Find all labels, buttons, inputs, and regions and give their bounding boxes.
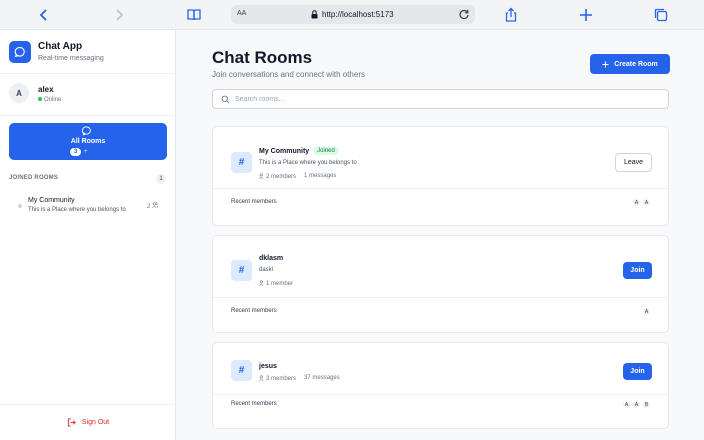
room-card-header: # My Community Joined This is a Place whe… (213, 127, 668, 189)
page-subtitle: Join conversations and connect with othe… (212, 70, 365, 79)
joined-rooms-count: 1 (156, 174, 166, 184)
page-title: Chat Rooms (212, 48, 313, 67)
url-text: http://localhost:5173 (322, 10, 394, 19)
app-header: Chat App Real-time messaging (0, 30, 176, 74)
plus-icon (602, 60, 609, 68)
search-box (212, 89, 669, 109)
room-messages: 37 messages (304, 375, 340, 381)
members-text: 3 members (266, 376, 297, 382)
recent-members-label: Recent members (231, 308, 277, 314)
lock-icon (311, 10, 318, 19)
join-button[interactable]: Join (623, 363, 652, 380)
browser-toolbar: AA http://localhost:5173 (0, 0, 704, 30)
forward-icon[interactable] (110, 6, 128, 24)
sign-out-label: Sign Out (81, 419, 110, 426)
members-text: 2 members (266, 174, 297, 180)
room-meta: 3 members 37 messages (259, 375, 340, 382)
reader-book-icon[interactable] (185, 6, 203, 24)
reload-icon[interactable] (458, 8, 470, 20)
avatar: A (632, 400, 641, 409)
recent-members-label: Recent members (231, 401, 277, 407)
status-text: Online (44, 97, 62, 103)
joined-room-name: My Community (28, 197, 75, 204)
text-size-button[interactable]: AA (237, 10, 246, 17)
current-user: A alex Online (0, 74, 176, 116)
recent-members-avatars: A A (632, 198, 651, 207)
room-meta: 2 members 1 messages (259, 173, 336, 180)
avatar: A (9, 83, 29, 103)
avatar: A (642, 307, 651, 316)
count-badge: 3 (70, 148, 81, 156)
chat-bubble-icon (82, 126, 91, 136)
tabs-overview-icon[interactable] (652, 6, 670, 24)
recent-members-avatars: A A B (622, 400, 651, 409)
create-room-label: Create Room (614, 60, 658, 68)
online-dot-icon (38, 97, 42, 102)
joined-badge: Joined (313, 147, 339, 155)
avatar: A (622, 400, 631, 409)
main-content: Chat Rooms Join conversations and connec… (176, 30, 704, 440)
member-count: 2 (147, 204, 151, 210)
room-card-my-community: # My Community Joined This is a Place whe… (212, 126, 669, 226)
join-button[interactable]: Join (623, 262, 652, 279)
share-icon[interactable] (502, 6, 520, 24)
room-members: 1 member (259, 280, 293, 287)
room-card-header: # jesus 3 members 37 messages Join (213, 343, 668, 395)
sidebar-item-my-community[interactable]: My Community This is a Place where you b… (9, 193, 167, 219)
room-messages: 1 messages (304, 173, 337, 179)
joined-room-members: 2 (147, 202, 159, 210)
create-room-button[interactable]: Create Room (590, 54, 670, 74)
recent-members-label: Recent members (231, 199, 277, 205)
back-icon[interactable] (35, 6, 53, 24)
app-title: Chat App (38, 41, 83, 52)
avatar: A (642, 198, 651, 207)
all-rooms-label: All Rooms (70, 138, 106, 145)
room-card-header: # dklasm daskl 1 member Join (213, 236, 668, 298)
room-card-dklasm: # dklasm daskl 1 member Join Recent memb… (212, 235, 669, 333)
user-status: Online (38, 97, 61, 103)
room-name: jesus (259, 363, 277, 370)
room-card-jesus: # jesus 3 members 37 messages Join Recen… (212, 342, 669, 429)
search-icon (221, 95, 230, 104)
room-meta: 1 member (259, 280, 293, 287)
room-dot-icon (18, 204, 22, 208)
hash-icon: # (231, 260, 252, 281)
users-icon (259, 375, 264, 381)
sidebar-item-all-rooms[interactable]: All Rooms 3 + (9, 123, 167, 160)
hash-icon: # (231, 360, 252, 381)
user-name: alex (38, 85, 54, 94)
users-icon (259, 280, 264, 286)
recent-members-avatars: A (642, 307, 651, 316)
sign-out-button[interactable]: Sign Out (0, 404, 176, 440)
room-name-text: My Community (259, 147, 310, 155)
joined-rooms-heading: JOINED ROOMS (9, 175, 59, 181)
sidebar: Chat App Real-time messaging A alex Onli… (0, 30, 176, 440)
chat-bubble-icon (9, 41, 31, 63)
users-icon (152, 202, 159, 208)
address-bar[interactable]: AA http://localhost:5173 (231, 5, 475, 24)
plus-icon: + (84, 149, 88, 155)
room-members: 3 members (259, 375, 296, 382)
avatar: B (642, 400, 651, 409)
users-icon (259, 173, 264, 179)
avatar: A (632, 198, 641, 207)
logout-icon (67, 418, 76, 427)
hash-icon: # (231, 152, 252, 173)
room-name: dklasm (259, 255, 284, 262)
all-rooms-count: 3 + (70, 148, 88, 156)
joined-room-description: This is a Place where you belongs to (28, 207, 126, 213)
room-description: This is a Place where you belongs to (259, 160, 357, 166)
new-tab-plus-icon[interactable] (577, 6, 595, 24)
members-text: 1 member (266, 281, 294, 287)
room-members: 2 members (259, 173, 296, 180)
leave-button[interactable]: Leave (615, 153, 652, 172)
room-name: My Community Joined (259, 147, 339, 155)
room-description: daskl (259, 267, 274, 273)
search-input[interactable] (235, 92, 655, 106)
app-subtitle: Real-time messaging (38, 55, 104, 62)
